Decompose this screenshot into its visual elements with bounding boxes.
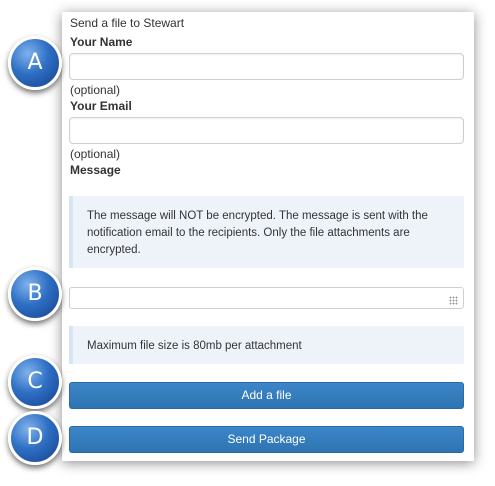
resize-grip-icon[interactable] (449, 296, 458, 305)
email-optional-hint: (optional) (70, 147, 121, 161)
file-size-notice: Maximum file size is 80mb per attachment (69, 326, 464, 364)
message-textarea[interactable] (69, 287, 464, 309)
callout-marker-c: C (8, 355, 62, 409)
email-input[interactable] (69, 117, 464, 144)
message-label: Message (70, 163, 121, 177)
name-optional-hint: (optional) (70, 83, 121, 97)
callout-marker-b: B (8, 267, 62, 321)
send-package-button[interactable]: Send Package (69, 426, 464, 453)
name-label: Your Name (70, 35, 133, 49)
add-file-button[interactable]: Add a file (69, 382, 464, 409)
encryption-notice: The message will NOT be encrypted. The m… (69, 196, 464, 268)
email-label: Your Email (70, 99, 132, 113)
callout-marker-d: D (8, 411, 62, 465)
encryption-notice-line: The message will NOT be encrypted. The m… (87, 210, 428, 222)
encryption-notice-line: encrypted. (87, 244, 141, 256)
form-title: Send a file to Stewart (70, 16, 185, 30)
name-input[interactable] (69, 53, 464, 80)
file-size-notice-text: Maximum file size is 80mb per attachment (87, 340, 302, 352)
callout-marker-a: A (8, 36, 62, 90)
encryption-notice-line: notification email to the recipients. On… (87, 227, 410, 239)
